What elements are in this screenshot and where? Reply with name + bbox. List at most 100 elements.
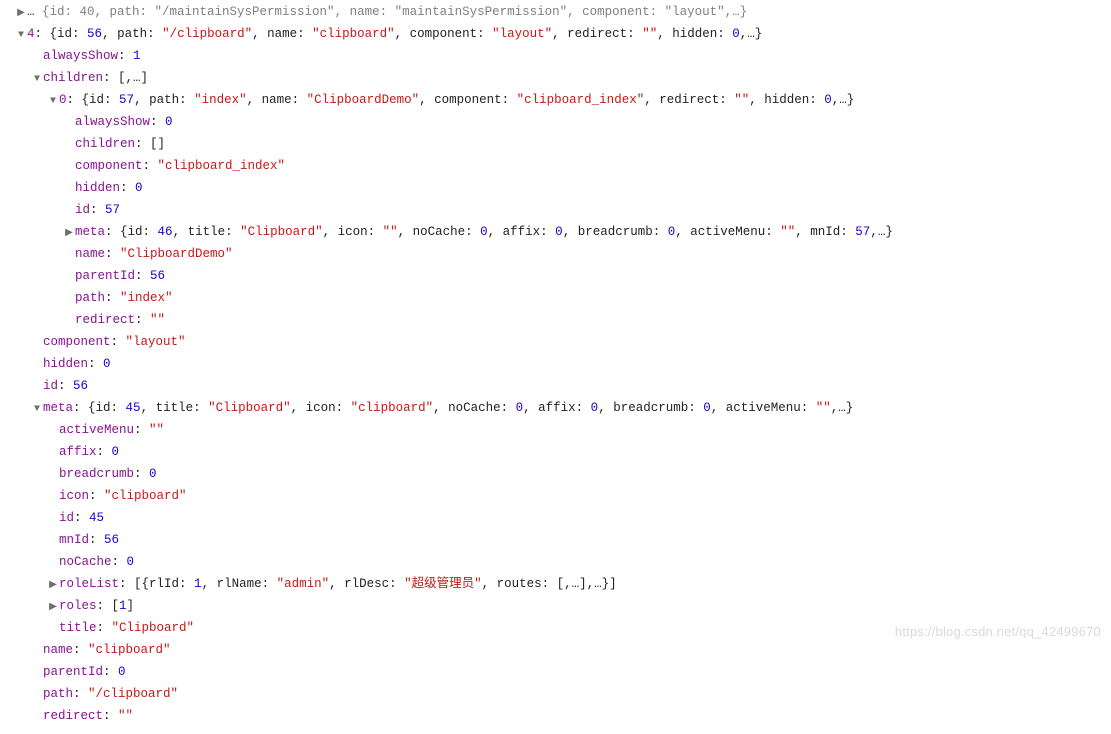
json-tree[interactable]: ▶… {id: 40, path: "/maintainSysPermissio… bbox=[0, 0, 1111, 734]
row-content[interactable]: name: "clipboard" bbox=[43, 640, 171, 660]
token-punc: : [ bbox=[119, 577, 142, 591]
token-str: "clipboard_index" bbox=[517, 93, 645, 107]
row-content[interactable]: roleList: [{rlId: 1, rlName: "admin", rl… bbox=[59, 574, 617, 594]
tree-row[interactable]: ▶title: "Clipboard" bbox=[0, 618, 1111, 640]
tree-row[interactable]: ▶parentId: 56 bbox=[0, 266, 1111, 288]
token-punc: : [ bbox=[97, 599, 120, 613]
row-content[interactable]: id: 57 bbox=[75, 200, 120, 220]
token-str: "layout" bbox=[492, 27, 552, 41]
tree-row[interactable]: ▶id: 45 bbox=[0, 508, 1111, 530]
row-content[interactable]: 4: {id: 56, path: "/clipboard", name: "c… bbox=[27, 24, 762, 44]
token-punc: : bbox=[111, 335, 126, 349]
row-content[interactable]: id: 56 bbox=[43, 376, 88, 396]
row-content[interactable]: redirect: "" bbox=[43, 706, 133, 726]
tree-row[interactable]: ▶component: "clipboard_index" bbox=[0, 156, 1111, 178]
tree-row[interactable]: ▶hidden: 0 bbox=[0, 354, 1111, 376]
row-content[interactable]: path: "/clipboard" bbox=[43, 684, 178, 704]
row-content[interactable]: parentId: 56 bbox=[75, 266, 165, 286]
row-content[interactable]: 0: {id: 57, path: "index", name: "Clipbo… bbox=[59, 90, 854, 110]
row-content[interactable]: meta: {id: 46, title: "Clipboard", icon:… bbox=[75, 222, 893, 242]
token-str: "index" bbox=[120, 291, 173, 305]
tree-row[interactable]: ▶id: 56 bbox=[0, 376, 1111, 398]
tree-row[interactable]: ▶activeMenu: "" bbox=[0, 420, 1111, 442]
row-content[interactable]: children: [] bbox=[75, 134, 165, 154]
token-punc: , mnId: bbox=[795, 225, 855, 239]
token-num: 0 bbox=[703, 401, 711, 415]
tree-row[interactable]: ▶roles: [1] bbox=[0, 596, 1111, 618]
row-content[interactable]: hidden: 0 bbox=[75, 178, 143, 198]
tree-row[interactable]: ▶hidden: 0 bbox=[0, 178, 1111, 200]
tree-row[interactable]: ▶parentId: 0 bbox=[0, 662, 1111, 684]
token-str: "layout" bbox=[126, 335, 186, 349]
tree-row[interactable]: ▼meta: {id: 45, title: "Clipboard", icon… bbox=[0, 398, 1111, 420]
row-content[interactable]: alwaysShow: 1 bbox=[43, 46, 141, 66]
row-content[interactable]: icon: "clipboard" bbox=[59, 486, 187, 506]
tree-row[interactable]: ▶mnId: 56 bbox=[0, 530, 1111, 552]
row-content[interactable]: component: "clipboard_index" bbox=[75, 156, 285, 176]
tree-row[interactable]: ▶alwaysShow: 1 bbox=[0, 46, 1111, 68]
tree-row[interactable]: ▶redirect: "" bbox=[0, 310, 1111, 332]
token-key: id bbox=[75, 203, 90, 217]
token-key: children bbox=[43, 71, 103, 85]
row-content[interactable]: name: "ClipboardDemo" bbox=[75, 244, 233, 264]
row-content[interactable]: alwaysShow: 0 bbox=[75, 112, 173, 132]
tree-row[interactable]: ▶alwaysShow: 0 bbox=[0, 112, 1111, 134]
chevron-right-icon[interactable]: ▶ bbox=[64, 224, 74, 244]
tree-row[interactable]: ▶… {id: 40, path: "/maintainSysPermissio… bbox=[0, 2, 1111, 24]
token-key: path bbox=[75, 291, 105, 305]
row-content[interactable]: title: "Clipboard" bbox=[59, 618, 194, 638]
row-content[interactable]: component: "layout" bbox=[43, 332, 186, 352]
token-punc: {rlId: bbox=[142, 577, 195, 591]
chevron-right-icon[interactable]: ▶ bbox=[16, 4, 26, 24]
token-str: "" bbox=[642, 27, 657, 41]
chevron-right-icon[interactable]: ▶ bbox=[48, 576, 58, 596]
row-content[interactable]: meta: {id: 45, title: "Clipboard", icon:… bbox=[43, 398, 853, 418]
tree-row[interactable]: ▶affix: 0 bbox=[0, 442, 1111, 464]
row-content[interactable]: children: [,…] bbox=[43, 68, 148, 88]
row-content[interactable]: path: "index" bbox=[75, 288, 173, 308]
tree-row[interactable]: ▼4: {id: 56, path: "/clipboard", name: "… bbox=[0, 24, 1111, 46]
tree-row[interactable]: ▶component: "layout" bbox=[0, 332, 1111, 354]
row-content[interactable]: roles: [1] bbox=[59, 596, 134, 616]
row-content[interactable]: redirect: "" bbox=[75, 310, 165, 330]
tree-row[interactable]: ▶breadcrumb: 0 bbox=[0, 464, 1111, 486]
chevron-down-icon[interactable]: ▼ bbox=[16, 26, 26, 46]
tree-row[interactable]: ▼children: [,…] bbox=[0, 68, 1111, 90]
tree-row[interactable]: ▶name: "ClipboardDemo" bbox=[0, 244, 1111, 266]
row-content[interactable]: affix: 0 bbox=[59, 442, 119, 462]
row-content[interactable]: hidden: 0 bbox=[43, 354, 111, 374]
tree-row[interactable]: ▶name: "clipboard" bbox=[0, 640, 1111, 662]
token-str: "" bbox=[734, 93, 749, 107]
chevron-right-icon[interactable]: ▶ bbox=[48, 598, 58, 618]
row-content[interactable]: noCache: 0 bbox=[59, 552, 134, 572]
tree-row[interactable]: ▶children: [] bbox=[0, 134, 1111, 156]
row-content[interactable]: activeMenu: "" bbox=[59, 420, 164, 440]
tree-row[interactable]: ▶path: "index" bbox=[0, 288, 1111, 310]
token-punc: : bbox=[89, 533, 104, 547]
row-content[interactable]: … {id: 40, path: "/maintainSysPermission… bbox=[27, 2, 747, 22]
token-num: 46 bbox=[158, 225, 173, 239]
row-content[interactable]: id: 45 bbox=[59, 508, 104, 528]
token-punc: , component: bbox=[419, 93, 517, 107]
token-punc: , affix: bbox=[488, 225, 556, 239]
chevron-down-icon[interactable]: ▼ bbox=[32, 70, 42, 90]
row-content[interactable]: mnId: 56 bbox=[59, 530, 119, 550]
token-punc: : bbox=[90, 203, 105, 217]
token-key: meta bbox=[43, 401, 73, 415]
tree-row[interactable]: ▶meta: {id: 46, title: "Clipboard", icon… bbox=[0, 222, 1111, 244]
row-content[interactable]: parentId: 0 bbox=[43, 662, 126, 682]
tree-row[interactable]: ▶icon: "clipboard" bbox=[0, 486, 1111, 508]
tree-row[interactable]: ▶redirect: "" bbox=[0, 706, 1111, 728]
row-content[interactable]: breadcrumb: 0 bbox=[59, 464, 157, 484]
tree-row[interactable]: ▼0: {id: 57, path: "index", name: "Clipb… bbox=[0, 90, 1111, 112]
chevron-down-icon[interactable]: ▼ bbox=[48, 92, 58, 112]
token-num: 0 bbox=[112, 445, 120, 459]
token-punc: : bbox=[97, 445, 112, 459]
chevron-down-icon[interactable]: ▼ bbox=[32, 400, 42, 420]
token-key: component bbox=[75, 159, 143, 173]
tree-row[interactable]: ▶id: 57 bbox=[0, 200, 1111, 222]
token-punc: , activeMenu: bbox=[675, 225, 780, 239]
tree-row[interactable]: ▶path: "/clipboard" bbox=[0, 684, 1111, 706]
tree-row[interactable]: ▶noCache: 0 bbox=[0, 552, 1111, 574]
tree-row[interactable]: ▶roleList: [{rlId: 1, rlName: "admin", r… bbox=[0, 574, 1111, 596]
